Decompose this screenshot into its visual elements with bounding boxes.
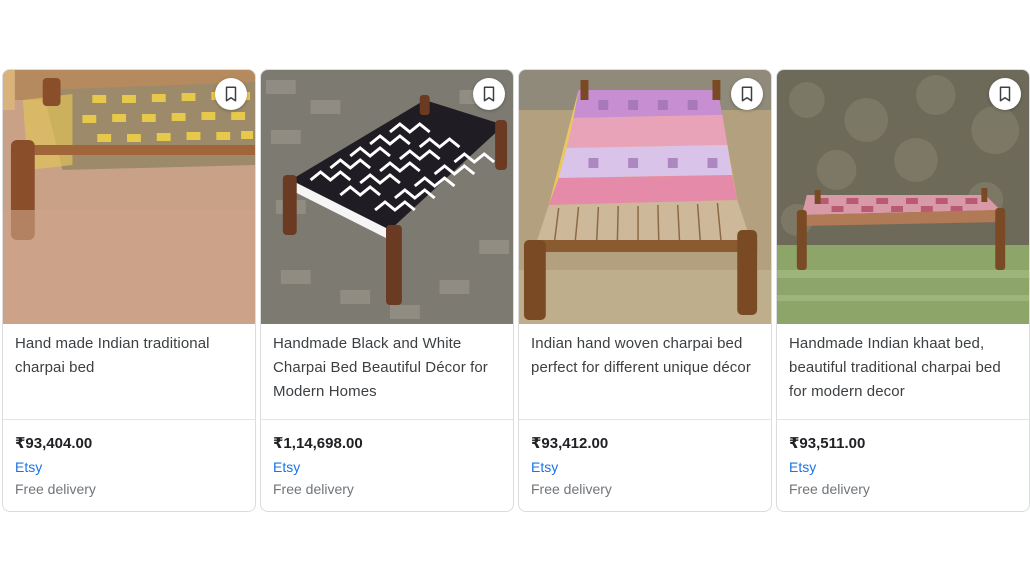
product-card[interactable]: Handmade Black and White Charpai Bed Bea… xyxy=(260,69,514,512)
divider xyxy=(777,419,1029,420)
merchant-link[interactable]: Etsy xyxy=(273,459,300,475)
product-title[interactable]: Handmade Black and White Charpai Bed Bea… xyxy=(273,332,503,404)
bookmark-icon[interactable] xyxy=(731,78,763,110)
product-price: ₹93,511.00 xyxy=(789,435,866,452)
divider xyxy=(519,419,771,420)
bookmark-icon[interactable] xyxy=(215,78,247,110)
delivery-info: Free delivery xyxy=(15,481,96,497)
divider xyxy=(3,419,255,420)
product-price: ₹1,14,698.00 xyxy=(273,435,363,452)
product-image[interactable] xyxy=(777,70,1029,324)
merchant-link[interactable]: Etsy xyxy=(789,459,816,475)
product-title[interactable]: Indian hand woven charpai bed perfect fo… xyxy=(531,332,761,380)
product-price: ₹93,404.00 xyxy=(15,435,93,452)
delivery-info: Free delivery xyxy=(789,481,870,497)
merchant-link[interactable]: Etsy xyxy=(531,459,558,475)
product-results-row: Hand made Indian traditional charpai bed… xyxy=(2,69,1030,513)
divider xyxy=(261,419,513,420)
product-card[interactable]: Indian hand woven charpai bed perfect fo… xyxy=(518,69,772,512)
delivery-info: Free delivery xyxy=(531,481,612,497)
delivery-info: Free delivery xyxy=(273,481,354,497)
product-image[interactable] xyxy=(519,70,771,324)
product-card[interactable]: Handmade Indian khaat bed, beautiful tra… xyxy=(776,69,1030,512)
product-title[interactable]: Handmade Indian khaat bed, beautiful tra… xyxy=(789,332,1019,404)
product-card[interactable]: Hand made Indian traditional charpai bed… xyxy=(2,69,256,512)
product-image[interactable] xyxy=(261,70,513,324)
merchant-link[interactable]: Etsy xyxy=(15,459,42,475)
bookmark-icon[interactable] xyxy=(989,78,1021,110)
bookmark-icon[interactable] xyxy=(473,78,505,110)
product-price: ₹93,412.00 xyxy=(531,435,609,452)
product-title[interactable]: Hand made Indian traditional charpai bed xyxy=(15,332,245,380)
product-image[interactable] xyxy=(3,70,255,324)
